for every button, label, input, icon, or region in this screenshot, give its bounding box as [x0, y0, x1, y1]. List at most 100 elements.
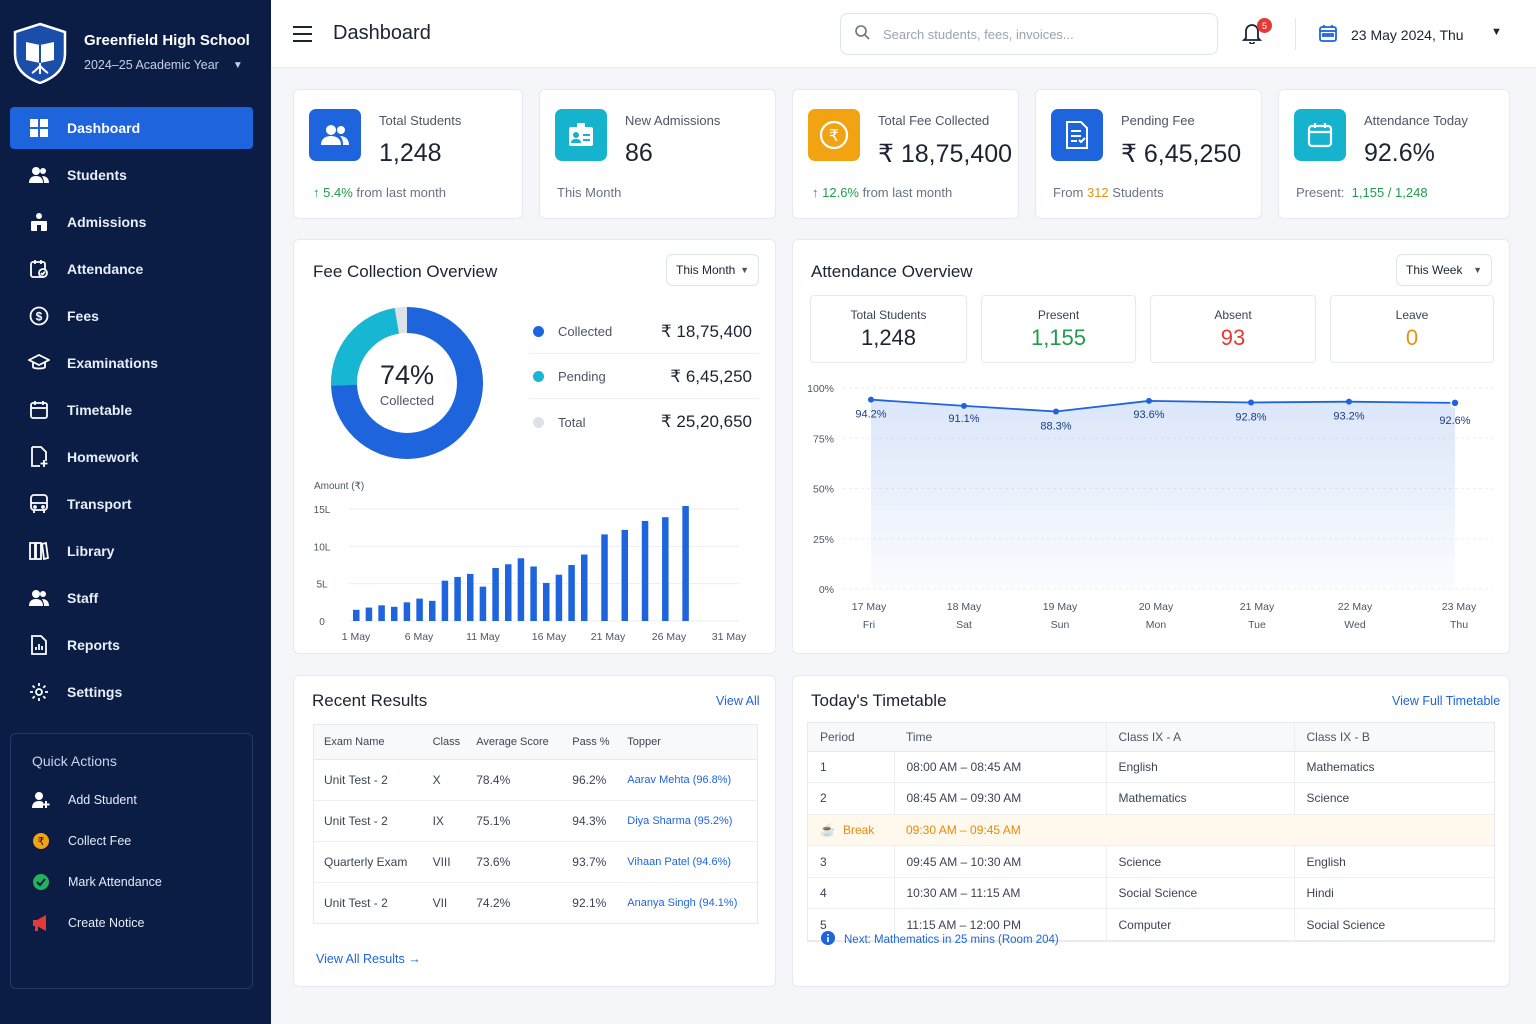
- table-cell: Social Science: [1105, 877, 1294, 910]
- legend-total: Total ₹ 25,20,650: [529, 400, 759, 444]
- attendance-area: [871, 399, 1455, 589]
- column-header: Time: [894, 723, 1106, 752]
- fee-bar: [365, 607, 373, 621]
- quick-action-mark-attendance[interactable]: Mark Attendance: [11, 861, 252, 902]
- calendar-icon: [28, 399, 50, 421]
- quick-action-add-student[interactable]: Add Student: [11, 779, 252, 820]
- table-cell: [1294, 814, 1494, 847]
- stat-label: New Admissions: [625, 113, 721, 128]
- topper-link[interactable]: Aarav Mehta (96.8%): [617, 759, 757, 801]
- x-tick-label: 31 May: [712, 631, 747, 643]
- y-tick-label: 100%: [807, 383, 834, 395]
- quick-action-label: Create Notice: [68, 915, 145, 930]
- summary-value: 1,155: [1030, 325, 1087, 350]
- table-row[interactable]: Unit Test - 2 IX 75.1% 94.3% Diya Sharma (95…: [314, 800, 757, 842]
- fee-bar: [601, 534, 608, 621]
- view-all-link[interactable]: View All: [716, 694, 760, 708]
- topper-link[interactable]: Diya Sharma (95.2%): [617, 800, 757, 842]
- sidebar-item-staff[interactable]: Staff: [10, 577, 253, 619]
- table-cell: 10:30 AM – 11:15 AM: [893, 877, 1106, 910]
- fee-bar: [353, 609, 360, 621]
- notification-badge: 5: [1257, 18, 1272, 33]
- info-icon: [821, 931, 835, 948]
- sidebar-item-transport[interactable]: Transport: [10, 483, 253, 525]
- sidebar-item-admissions[interactable]: Admissions: [10, 201, 253, 243]
- summary-value: 0: [1405, 325, 1419, 350]
- data-point: [1346, 398, 1352, 405]
- card-title: Attendance Overview: [811, 262, 973, 281]
- quick-action-create-notice[interactable]: Create Notice: [11, 902, 252, 943]
- table-cell: [1106, 814, 1294, 847]
- stat-card-attendance[interactable]: Attendance Today 92.6% Present: 1,155 / …: [1278, 89, 1510, 219]
- view-all-results-link[interactable]: View All Results →: [316, 952, 421, 966]
- sidebar-item-label: Admissions: [67, 214, 147, 230]
- quick-action-label: Collect Fee: [68, 833, 132, 848]
- stat-card-pending-fee[interactable]: Pending Fee ₹ 6,45,250 From 312 Students: [1035, 89, 1262, 219]
- view-full-timetable-link[interactable]: View Full Timetable: [1392, 694, 1500, 708]
- fee-bar: [543, 582, 550, 621]
- topper-link[interactable]: Ananya Singh (94.1%): [617, 882, 757, 923]
- sidebar-item-timetable[interactable]: Timetable: [10, 389, 253, 431]
- stat-label: Total Students: [379, 113, 462, 128]
- summary-absent: Absent 93: [1150, 295, 1316, 363]
- sidebar-item-settings[interactable]: Settings: [10, 671, 253, 713]
- sidebar-item-library[interactable]: Library: [10, 530, 253, 572]
- users-icon: [309, 109, 361, 161]
- fee-bar: [429, 600, 436, 621]
- quick-action-collect-fee[interactable]: ₹ Collect Fee: [11, 820, 252, 861]
- stat-card-total-fee[interactable]: ₹ Total Fee Collected ₹ 18,75,400 ↑ 12.6…: [792, 89, 1019, 219]
- table-row[interactable]: Unit Test - 2 X 78.4% 96.2% Aarav Mehta (96.…: [314, 759, 757, 801]
- sidebar-item-homework[interactable]: Homework: [10, 436, 253, 478]
- sidebar-item-attendance[interactable]: Attendance: [10, 248, 253, 290]
- sidebar-item-label: Attendance: [67, 261, 144, 277]
- fee-period-dropdown[interactable]: This Month ▼: [666, 254, 759, 286]
- topper-link[interactable]: Vihaan Patel (94.6%): [617, 841, 757, 883]
- x-tick-day: Sun: [1051, 619, 1070, 631]
- legend-label: Total: [558, 414, 586, 430]
- y-tick-label: 25%: [813, 534, 834, 546]
- table-cell: 96.2%: [562, 759, 618, 801]
- table-row[interactable]: Quarterly Exam VIII 73.6% 93.7% Vihaan Patel…: [314, 841, 757, 883]
- column-header: Exam Name: [314, 725, 423, 760]
- stat-label: Total Fee Collected: [878, 113, 990, 128]
- fee-bar: [378, 605, 385, 621]
- svg-text:₹: ₹: [829, 126, 839, 145]
- table-row[interactable]: Unit Test - 2 VII 74.2% 92.1% Ananya Singh (…: [314, 882, 757, 923]
- legend-dot: [533, 326, 544, 337]
- table-cell: 73.6%: [466, 841, 563, 883]
- search-input[interactable]: Search students, fees, invoices...: [840, 13, 1218, 55]
- sidebar-item-label: Examinations: [67, 355, 159, 371]
- brand: Greenfield High School 2024–25 Academic …: [12, 22, 250, 84]
- sidebar-item-students[interactable]: Students: [10, 154, 253, 196]
- trend-text: from last month: [862, 185, 953, 200]
- stat-card-new-admissions[interactable]: New Admissions 86 This Month: [539, 89, 776, 219]
- summary-label: Absent: [1214, 308, 1252, 322]
- stat-card-total-students[interactable]: Total Students 1,248 ↑ 5.4% from last mo…: [293, 89, 523, 219]
- id-card-icon: [555, 109, 607, 161]
- break-row: ☕ Break 09:30 AM – 09:45 AM: [808, 814, 1494, 847]
- legend-amount: ₹ 18,75,400: [660, 321, 752, 341]
- y-axis-label: Amount (₹): [314, 481, 364, 492]
- sidebar-item-examinations[interactable]: Examinations: [10, 342, 253, 384]
- rupee-icon: ₹: [808, 109, 860, 161]
- hamburger-menu-icon[interactable]: [293, 26, 312, 47]
- date-selector[interactable]: 23 May 2024, Thu ▼: [1319, 24, 1502, 45]
- x-tick-date: 20 May: [1139, 601, 1174, 613]
- attendance-period-dropdown[interactable]: This Week ▼: [1396, 254, 1492, 286]
- sidebar-item-dashboard[interactable]: Dashboard: [10, 107, 253, 149]
- table-cell: Unit Test - 2: [314, 800, 423, 842]
- sidebar-item-fees[interactable]: $ Fees: [10, 295, 253, 337]
- sidebar-item-label: Students: [67, 167, 127, 183]
- data-point: [1450, 398, 1460, 408]
- chevron-down-icon: ▼: [232, 59, 243, 71]
- stat-sub: From 312 Students: [1053, 185, 1164, 200]
- sidebar-item-reports[interactable]: Reports: [10, 624, 253, 666]
- academic-year-selector[interactable]: 2024–25 Academic Year ▼: [84, 58, 250, 72]
- link-label: View All Results: [316, 952, 405, 966]
- add-user-icon: [32, 791, 50, 809]
- summary-value: 1,248: [860, 325, 917, 350]
- summary-label: Total Students: [850, 308, 927, 322]
- y-tick-label: 50%: [813, 484, 834, 496]
- table-cell: 94.3%: [562, 800, 618, 842]
- bus-icon: [28, 493, 50, 515]
